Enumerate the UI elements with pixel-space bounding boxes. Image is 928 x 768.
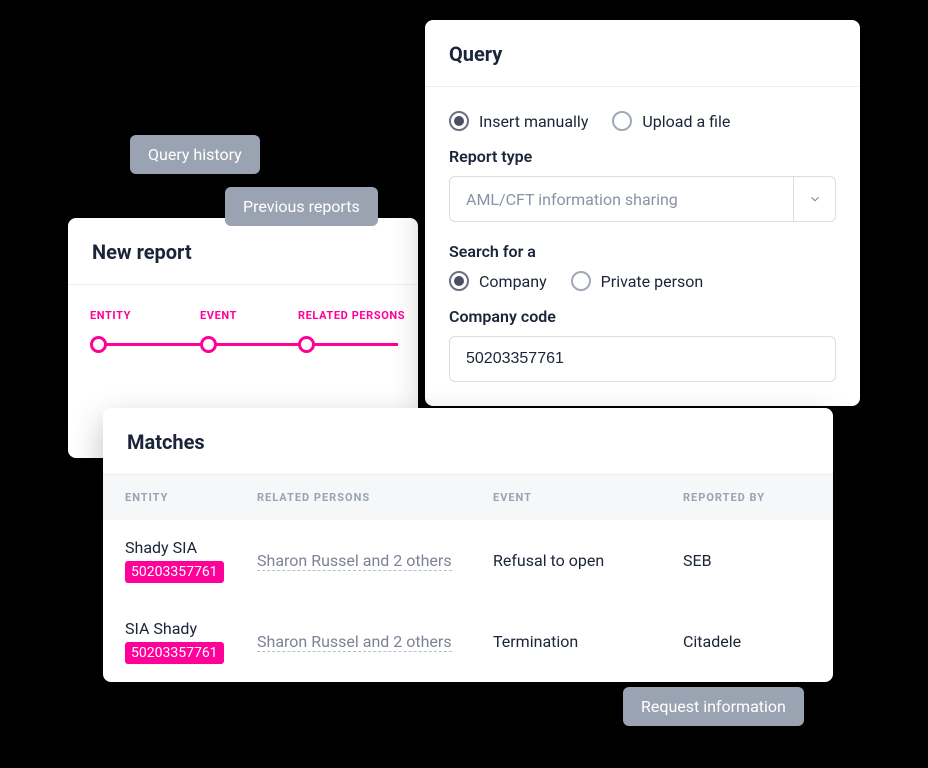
- related-persons-link[interactable]: Sharon Russel and 2 others: [257, 551, 452, 571]
- radio-private-person[interactable]: Private person: [571, 271, 704, 291]
- radio-insert-manually[interactable]: Insert manually: [449, 111, 588, 131]
- entity-cell: Shady SIA 50203357761: [125, 538, 257, 583]
- stepper-line: [98, 343, 398, 346]
- entity-name: Shady SIA: [125, 538, 257, 557]
- reported-by-cell: Citadele: [683, 632, 811, 651]
- radio-upload-file-label: Upload a file: [642, 112, 730, 131]
- radio-private-person-label: Private person: [601, 272, 704, 291]
- query-title: Query: [425, 20, 860, 87]
- entity-code-badge: 50203357761: [125, 642, 224, 664]
- step-event-label: EVENT: [200, 309, 237, 322]
- step-entity-dot[interactable]: [90, 336, 107, 353]
- report-type-label: Report type: [449, 147, 836, 166]
- related-persons-cell: Sharon Russel and 2 others: [257, 632, 493, 651]
- related-persons-link[interactable]: Sharon Russel and 2 others: [257, 632, 452, 652]
- report-type-select[interactable]: AML/CFT information sharing: [449, 176, 836, 222]
- matches-table-head: ENTITY RELATED PERSONS EVENT REPORTED BY: [103, 475, 833, 520]
- step-related-persons-label: RELATED PERSONS: [298, 309, 405, 322]
- entity-cell: SIA Shady 50203357761: [125, 619, 257, 664]
- radio-icon: [449, 111, 469, 131]
- radio-icon: [571, 271, 591, 291]
- entity-code-badge: 50203357761: [125, 561, 224, 583]
- company-code-label: Company code: [449, 307, 836, 326]
- search-for-label: Search for a: [449, 242, 836, 261]
- previous-reports-chip[interactable]: Previous reports: [225, 187, 378, 226]
- report-type-value: AML/CFT information sharing: [450, 190, 694, 209]
- input-mode-group: Insert manually Upload a file: [449, 111, 836, 131]
- col-entity: ENTITY: [125, 491, 257, 504]
- entity-name: SIA Shady: [125, 619, 257, 638]
- search-for-group: Company Private person: [449, 271, 836, 291]
- radio-company[interactable]: Company: [449, 271, 547, 291]
- chevron-down-icon: [793, 177, 835, 221]
- company-code-input[interactable]: [449, 336, 836, 382]
- table-row: SIA Shady 50203357761 Sharon Russel and …: [103, 601, 833, 682]
- event-cell: Refusal to open: [493, 551, 683, 570]
- step-event-dot[interactable]: [200, 336, 217, 353]
- radio-insert-manually-label: Insert manually: [479, 112, 588, 131]
- query-body: Insert manually Upload a file Report typ…: [425, 87, 860, 406]
- table-row: Shady SIA 50203357761 Sharon Russel and …: [103, 520, 833, 601]
- radio-icon: [612, 111, 632, 131]
- new-report-title: New report: [68, 218, 418, 285]
- query-card: Query Insert manually Upload a file Repo…: [425, 20, 860, 406]
- step-related-persons-dot[interactable]: [298, 336, 315, 353]
- radio-icon: [449, 271, 469, 291]
- col-reported-by: REPORTED BY: [683, 491, 811, 504]
- report-stepper: ENTITY EVENT RELATED PERSONS: [68, 309, 418, 389]
- event-cell: Termination: [493, 632, 683, 651]
- related-persons-cell: Sharon Russel and 2 others: [257, 551, 493, 570]
- col-related-persons: RELATED PERSONS: [257, 491, 493, 504]
- matches-card: Matches ENTITY RELATED PERSONS EVENT REP…: [103, 408, 833, 682]
- col-event: EVENT: [493, 491, 683, 504]
- radio-upload-file[interactable]: Upload a file: [612, 111, 730, 131]
- request-information-chip[interactable]: Request information: [623, 687, 804, 726]
- query-history-chip[interactable]: Query history: [130, 135, 260, 174]
- reported-by-cell: SEB: [683, 551, 811, 570]
- radio-company-label: Company: [479, 272, 547, 291]
- step-entity-label: ENTITY: [90, 309, 131, 322]
- matches-title: Matches: [103, 408, 833, 475]
